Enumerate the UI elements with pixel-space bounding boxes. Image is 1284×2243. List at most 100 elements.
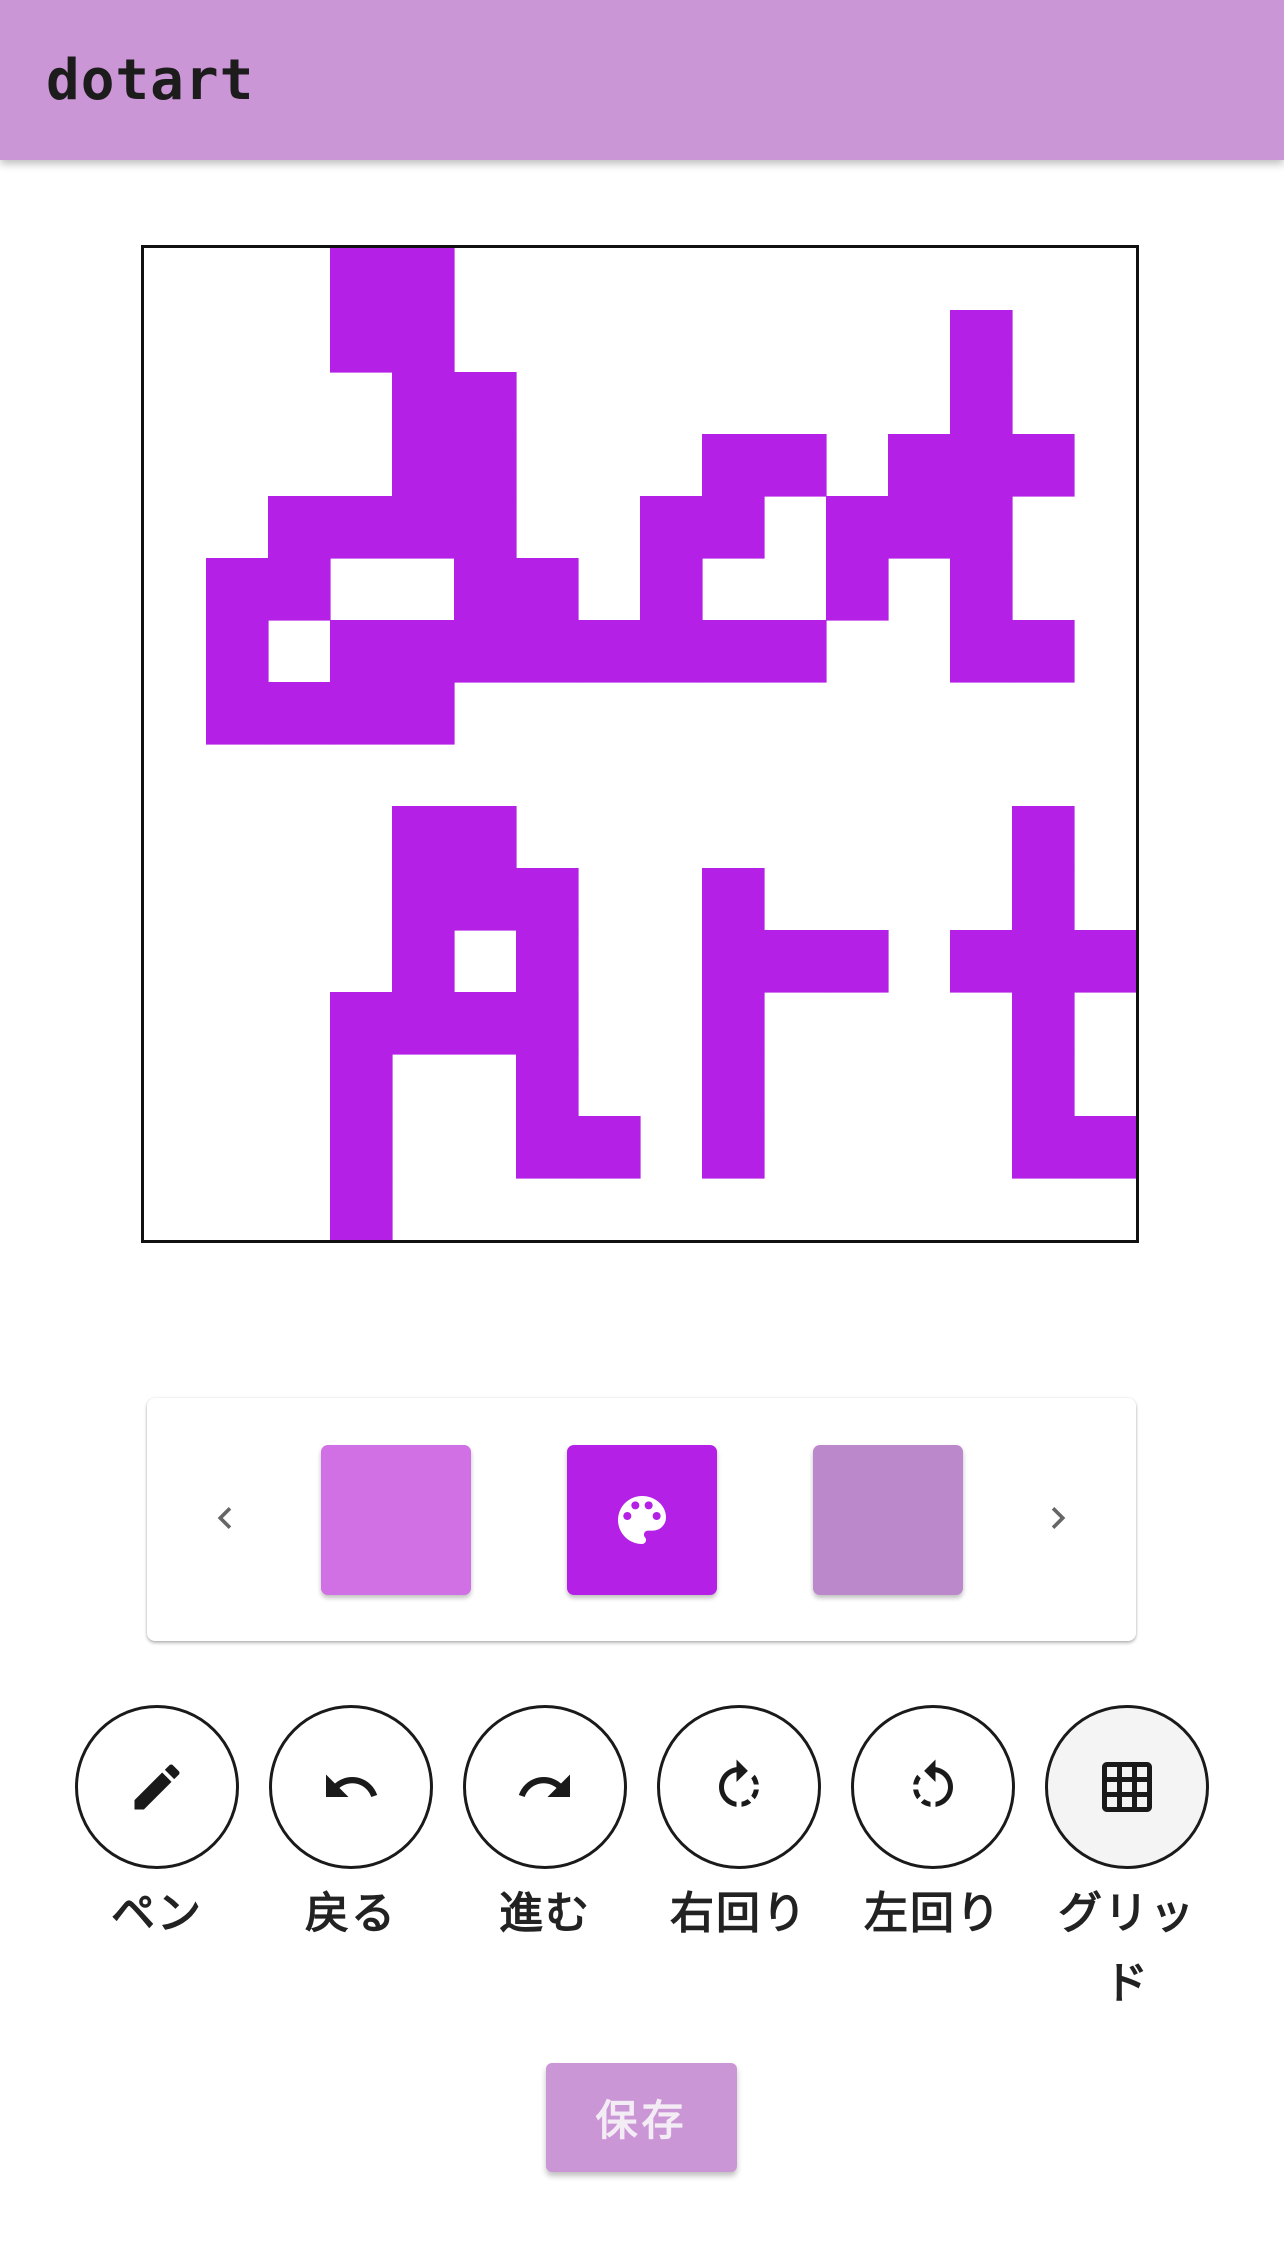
painted-pixel[interactable] <box>268 496 331 559</box>
painted-pixel[interactable] <box>1012 1116 1075 1179</box>
painted-pixel[interactable] <box>702 620 765 683</box>
painted-pixel[interactable] <box>950 372 1013 435</box>
painted-pixel[interactable] <box>392 682 455 745</box>
painted-pixel[interactable] <box>268 682 331 745</box>
painted-pixel[interactable] <box>640 496 703 559</box>
painted-pixel[interactable] <box>950 434 1013 497</box>
painted-pixel[interactable] <box>578 1116 641 1179</box>
painted-pixel[interactable] <box>1074 930 1136 993</box>
color-swatch[interactable] <box>813 1445 963 1595</box>
grid-button[interactable] <box>1045 1705 1209 1869</box>
painted-pixel[interactable] <box>826 558 889 621</box>
painted-pixel[interactable] <box>330 1054 393 1117</box>
painted-pixel[interactable] <box>1012 620 1075 683</box>
painted-pixel[interactable] <box>516 930 579 993</box>
painted-pixel[interactable] <box>1074 1116 1136 1179</box>
painted-pixel[interactable] <box>702 992 765 1055</box>
undo-icon <box>326 1774 378 1797</box>
painted-pixel[interactable] <box>268 558 331 621</box>
painted-pixel[interactable] <box>1012 868 1075 931</box>
palette-next-button[interactable] <box>1028 1488 1088 1548</box>
tool-label-grid: グリッド <box>1058 1888 1196 2009</box>
painted-pixel[interactable] <box>330 310 393 373</box>
painted-pixel[interactable] <box>702 930 765 993</box>
painted-pixel[interactable] <box>764 620 827 683</box>
painted-pixel[interactable] <box>516 558 579 621</box>
painted-pixel[interactable] <box>454 806 517 869</box>
painted-pixel[interactable] <box>392 372 455 435</box>
drawing-canvas[interactable] <box>141 245 1139 1243</box>
painted-pixel[interactable] <box>392 930 455 993</box>
painted-pixel[interactable] <box>764 434 827 497</box>
painted-pixel[interactable] <box>454 868 517 931</box>
painted-pixel[interactable] <box>516 620 579 683</box>
painted-pixel[interactable] <box>888 434 951 497</box>
painted-pixel[interactable] <box>640 620 703 683</box>
painted-pixel[interactable] <box>950 558 1013 621</box>
painted-pixel[interactable] <box>578 620 641 683</box>
painted-pixel[interactable] <box>764 930 827 993</box>
painted-pixel[interactable] <box>392 992 455 1055</box>
painted-pixel[interactable] <box>1012 1054 1075 1117</box>
tool-redo: 進む <box>461 1705 629 1949</box>
painted-pixel[interactable] <box>392 806 455 869</box>
painted-pixel[interactable] <box>330 248 393 311</box>
pen-button[interactable] <box>75 1705 239 1869</box>
painted-pixel[interactable] <box>950 310 1013 373</box>
painted-pixel[interactable] <box>206 558 269 621</box>
painted-pixel[interactable] <box>454 434 517 497</box>
painted-pixel[interactable] <box>454 558 517 621</box>
painted-pixel[interactable] <box>330 682 393 745</box>
painted-pixel[interactable] <box>330 1116 393 1179</box>
painted-pixel[interactable] <box>1012 992 1075 1055</box>
painted-pixel[interactable] <box>392 496 455 559</box>
painted-pixel[interactable] <box>826 496 889 559</box>
painted-pixel[interactable] <box>206 620 269 683</box>
painted-pixel[interactable] <box>330 620 393 683</box>
painted-pixel[interactable] <box>392 248 455 311</box>
painted-pixel[interactable] <box>702 868 765 931</box>
painted-pixel[interactable] <box>950 496 1013 559</box>
painted-pixel[interactable] <box>702 434 765 497</box>
save-button[interactable]: 保存 <box>546 2063 737 2172</box>
painted-pixel[interactable] <box>330 992 393 1055</box>
painted-pixel[interactable] <box>702 496 765 559</box>
painted-pixel[interactable] <box>1012 930 1075 993</box>
pixel-grid[interactable] <box>144 248 1136 1240</box>
grid-icon <box>1102 1762 1152 1812</box>
painted-pixel[interactable] <box>950 620 1013 683</box>
palette-icon <box>618 1496 666 1544</box>
painted-pixel[interactable] <box>454 992 517 1055</box>
color-swatch-selected[interactable] <box>567 1445 717 1595</box>
painted-pixel[interactable] <box>1012 434 1075 497</box>
painted-pixel[interactable] <box>330 1178 393 1240</box>
rotate-right-button[interactable] <box>657 1705 821 1869</box>
painted-pixel[interactable] <box>206 682 269 745</box>
color-swatch[interactable] <box>321 1445 471 1595</box>
painted-pixel[interactable] <box>516 992 579 1055</box>
painted-pixel[interactable] <box>702 1116 765 1179</box>
painted-pixel[interactable] <box>888 496 951 559</box>
painted-pixel[interactable] <box>392 868 455 931</box>
painted-pixel[interactable] <box>516 868 579 931</box>
painted-pixel[interactable] <box>1012 806 1075 869</box>
painted-pixel[interactable] <box>392 310 455 373</box>
painted-pixel[interactable] <box>392 434 455 497</box>
painted-pixel[interactable] <box>516 1054 579 1117</box>
painted-pixel[interactable] <box>702 1054 765 1117</box>
painted-pixel[interactable] <box>950 930 1013 993</box>
undo-button[interactable] <box>269 1705 433 1869</box>
painted-pixel[interactable] <box>392 620 455 683</box>
painted-pixel[interactable] <box>454 620 517 683</box>
painted-pixel[interactable] <box>640 558 703 621</box>
rotate-left-button[interactable] <box>851 1705 1015 1869</box>
redo-button[interactable] <box>463 1705 627 1869</box>
painted-pixel[interactable] <box>826 930 889 993</box>
palette-prev-button[interactable] <box>195 1488 255 1548</box>
tool-label-rotate-left: 左回り <box>864 1888 1002 1939</box>
painted-pixel[interactable] <box>454 372 517 435</box>
painted-pixel[interactable] <box>454 496 517 559</box>
tool-label-redo: 進む <box>499 1888 591 1939</box>
painted-pixel[interactable] <box>330 496 393 559</box>
painted-pixel[interactable] <box>516 1116 579 1179</box>
